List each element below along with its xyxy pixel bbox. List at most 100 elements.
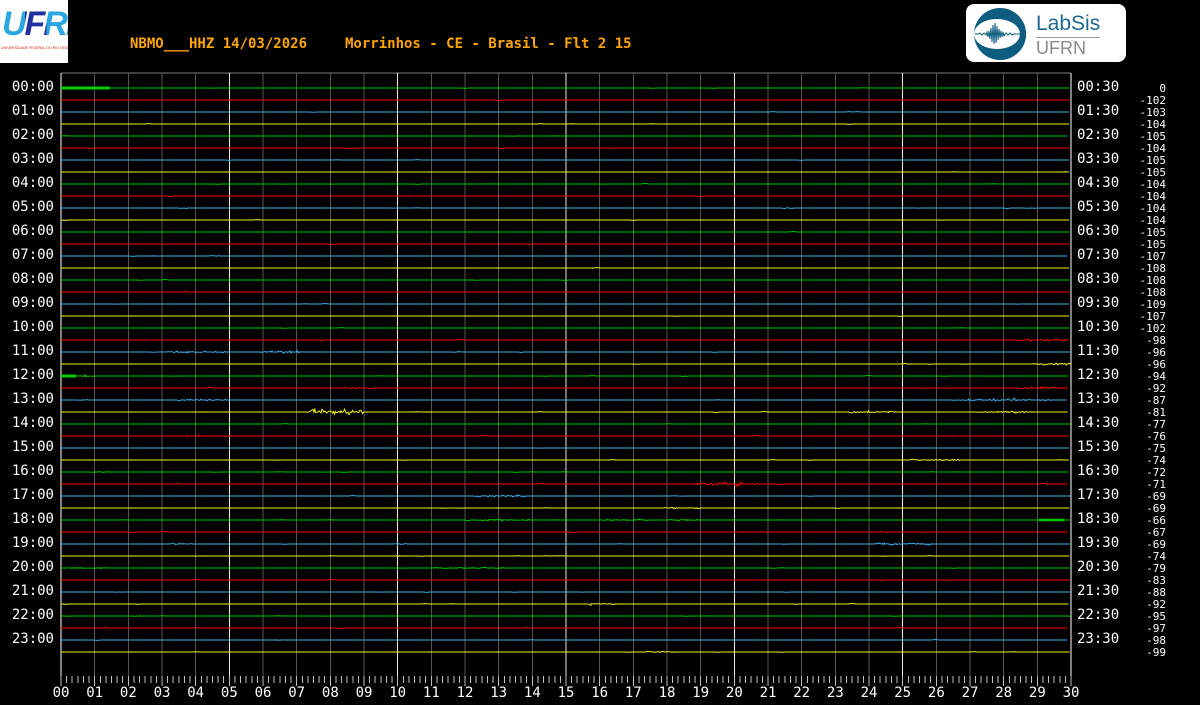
trace-offset-value: -104 [1139,202,1167,215]
minute-label: 12 [456,685,474,701]
helicorder-page: UFRN UNIVERSIDADE FEDERAL DO RIO GRANDE … [0,0,1200,705]
hour-label-left: 14:00 [11,415,54,431]
trace-offset-value: -79 [1146,562,1166,575]
trace-offset-value: -104 [1139,178,1167,191]
trace-row [60,615,1071,617]
minute-label: 14 [523,685,541,701]
minute-label: 27 [961,685,979,701]
minute-label: 30 [1062,685,1080,701]
trace-offset-value: -105 [1139,130,1167,143]
trace-row [61,480,1068,488]
hour-label-left: 15:00 [11,439,54,455]
minute-label: 29 [1028,685,1046,701]
trace-row [61,578,1070,582]
trace-row [61,111,1069,113]
hour-label-left: 12:00 [11,367,54,383]
trace-row [61,650,1070,653]
minute-label: 17 [624,685,642,701]
trace-offset-value: -102 [1139,322,1167,335]
minute-label: 08 [321,685,339,701]
trace-offset-value: -96 [1146,346,1166,359]
trace-offset-value: -88 [1146,586,1166,599]
trace-row [61,123,1069,125]
trace-offset-value: -105 [1139,226,1167,239]
trace-row [61,207,1071,210]
minute-label: 20 [725,685,743,701]
hour-label-left: 01:00 [11,103,54,119]
hour-label-left: 04:00 [11,175,54,191]
trace-row [61,518,1070,522]
trace-offset-value: -103 [1139,106,1167,119]
minute-label: 01 [86,685,104,701]
trace-row [60,219,1069,221]
trace-offset-value: -99 [1146,646,1166,659]
hour-label-left: 06:00 [11,223,54,239]
hour-label-left: 10:00 [11,319,54,335]
minute-label: 28 [995,685,1013,701]
trace-row [61,327,1069,329]
hour-label-left: 19:00 [11,535,54,551]
trace-row [61,373,1068,378]
trace-row [61,278,1069,281]
trace-row [61,423,1071,425]
hour-label-left: 18:00 [11,511,54,527]
trace-row [61,566,1070,570]
minute-label: 26 [927,685,945,701]
minute-label: 13 [490,685,508,701]
hour-label-left: 16:00 [11,463,54,479]
trace-row [61,86,1069,90]
minute-label: 19 [692,685,710,701]
hour-label-left: 03:00 [11,151,54,167]
trace-row [61,407,1068,416]
trace-row [61,638,1068,641]
trace-row [61,147,1069,150]
trace-row [61,195,1069,198]
trace-offset-value: -66 [1146,514,1166,527]
helicorder-plot [60,72,1072,686]
trace-row [61,458,1069,462]
trace-offset-value: -77 [1146,418,1166,431]
minute-label: 25 [894,685,912,701]
hour-label-left: 00:00 [11,79,54,95]
minute-label: 11 [422,685,440,701]
trace-row [61,433,1069,438]
minute-label: 04 [187,685,205,701]
minute-label: 23 [826,685,844,701]
hour-label-left: 09:00 [11,295,54,311]
trace-row [61,386,1069,390]
hour-label-left: 13:00 [11,391,54,407]
trace-offset-value: -69 [1146,538,1166,551]
trace-offset-value: -72 [1146,466,1166,479]
hour-label-left: 20:00 [11,559,54,575]
trace-row [61,397,1068,402]
trace-row [61,267,1069,269]
trace-row [61,338,1069,343]
hour-label-left: 23:00 [11,631,54,647]
trace-row [60,602,1069,607]
minute-label: 24 [860,685,878,701]
trace-offset-value: -87 [1146,394,1166,407]
hour-label-left: 17:00 [11,487,54,503]
trace-row [61,182,1069,185]
minute-label: 03 [153,685,171,701]
trace-offset-value: -98 [1146,634,1166,647]
minute-label: 02 [119,685,137,701]
trace-row [61,591,1071,593]
minute-label: 16 [591,685,609,701]
hour-label-left: 07:00 [11,247,54,263]
minute-label: 05 [220,685,238,701]
minute-label: 18 [658,685,676,701]
minute-label: 15 [557,685,575,701]
trace-row [61,159,1069,161]
trace-row [61,530,1068,534]
trace-offset-value: -105 [1139,154,1167,167]
trace-row [61,541,1070,547]
minute-label: 00 [52,685,70,701]
hour-label-left: 22:00 [11,607,54,623]
hour-label-left: 21:00 [11,583,54,599]
trace-offset-value: -108 [1139,274,1167,287]
trace-row [61,471,1069,473]
trace-row [61,99,1069,102]
trace-offset-value: 0 [1159,82,1166,95]
trace-row [61,506,1070,510]
